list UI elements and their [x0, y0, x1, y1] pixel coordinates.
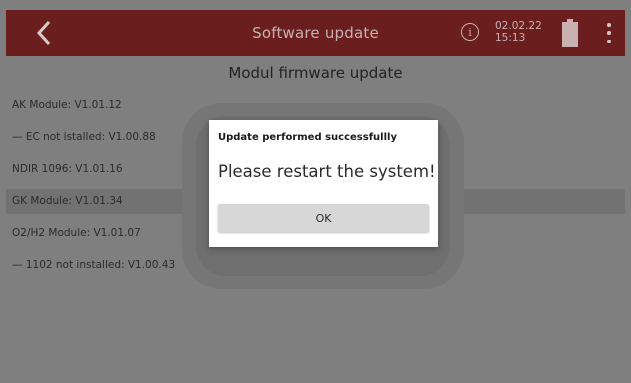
info-icon: i: [468, 25, 472, 39]
dialog-title: Update performed successfullly: [218, 132, 397, 143]
header-bar: Software update i 02.02.22 15:13: [6, 10, 625, 56]
battery-icon: [562, 19, 578, 47]
ok-button[interactable]: OK: [218, 204, 429, 232]
time-text: 15:13: [495, 32, 526, 44]
more-menu-button[interactable]: [606, 23, 612, 43]
info-button[interactable]: i: [461, 23, 479, 41]
more-vertical-icon: [607, 23, 611, 27]
date-text: 02.02.22: [495, 20, 542, 32]
update-success-dialog: Update performed successfullly Please re…: [209, 120, 438, 247]
section-title: Modul firmware update: [228, 64, 403, 82]
datetime-display: 02.02.22 15:13: [495, 20, 542, 44]
dialog-message: Please restart the system!: [218, 162, 436, 181]
